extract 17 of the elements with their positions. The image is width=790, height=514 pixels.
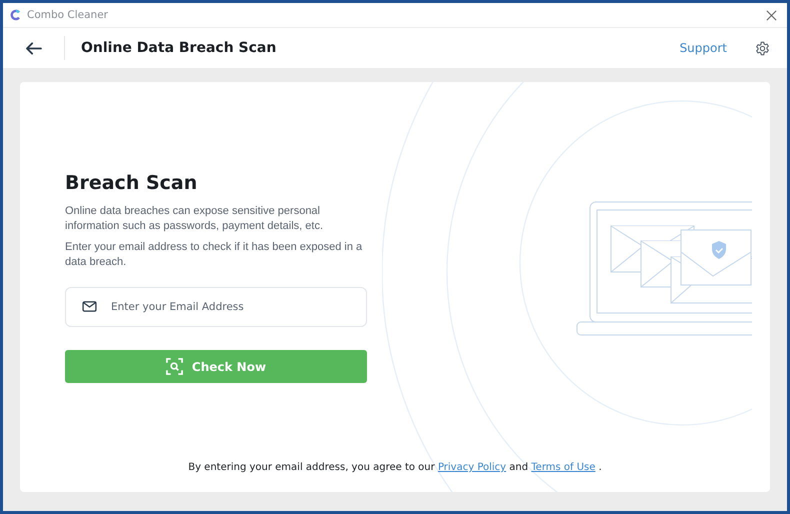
email-field[interactable]: Enter your Email Address — [65, 287, 367, 327]
envelope-icon — [82, 301, 97, 312]
description-text: Online data breaches can expose sensitive personal information such as passwords, payment details, etc. — [65, 204, 324, 234]
window-title: Combo Cleaner — [27, 9, 108, 21]
back-arrow-icon[interactable] — [25, 42, 42, 54]
app-logo-icon — [9, 8, 23, 22]
close-icon[interactable] — [766, 10, 777, 20]
description-text: Enter your email address to check if it has been exposed in a data breach. — [65, 240, 364, 270]
check-now-button[interactable]: Check Now — [65, 350, 367, 383]
terms-of-use-link[interactable]: Terms of Use — [531, 462, 596, 473]
settings-icon[interactable] — [755, 40, 770, 56]
page-title: Online Data Breach Scan — [81, 40, 276, 56]
consent-text: By entering your email address, you agree to our Privacy Policy and Terms of Use . — [187, 462, 603, 473]
support-link[interactable]: Support — [680, 41, 727, 55]
section-heading: Breach Scan — [65, 172, 198, 194]
privacy-policy-link[interactable]: Privacy Policy — [438, 462, 506, 473]
scan-search-icon — [166, 358, 183, 375]
